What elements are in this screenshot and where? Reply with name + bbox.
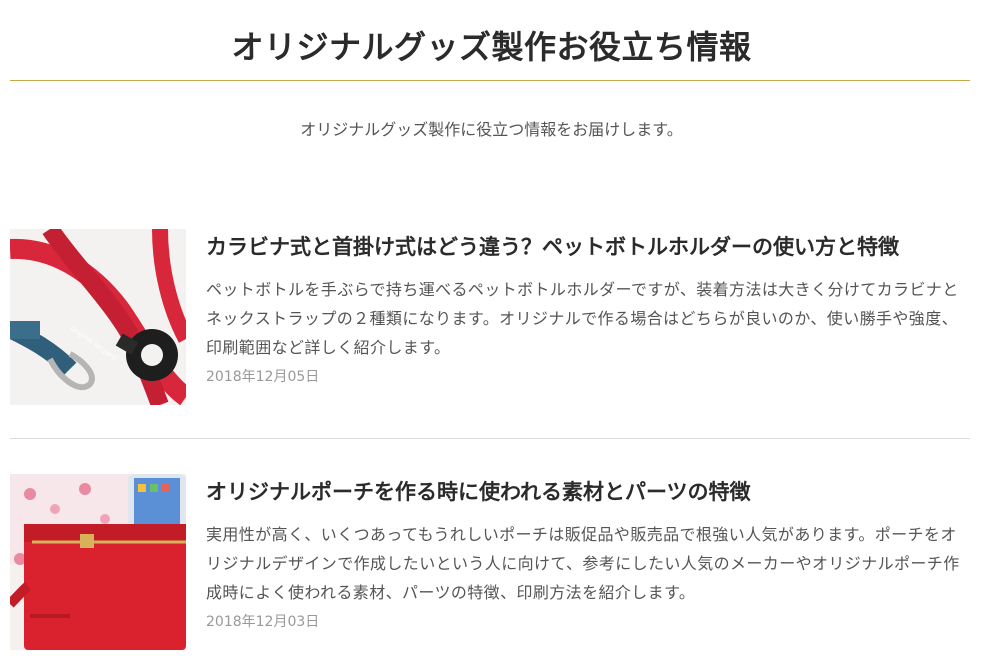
red-pouch-image: [10, 474, 186, 650]
article-title[interactable]: カラビナ式と首掛け式はどう違う？ペットボトルホルダーの使い方と特徴: [206, 231, 970, 263]
article-date: 2018年12月03日: [206, 614, 320, 630]
article-card[interactable]: original lanyard カラビナ式と首掛け式はどう違う？ペットボトルホ…: [10, 229, 970, 409]
article-thumbnail-link[interactable]: [10, 474, 186, 650]
article-excerpt: ペットボトルを手ぶらで持ち運べるペットボトルホルダーですが、装着方法は大きく分け…: [206, 280, 959, 357]
page-lead: オリジナルグッズ製作に役立つ情報をお届けします。: [300, 120, 683, 139]
article-card[interactable]: オリジナルポーチを作る時に使われる素材とパーツの特徴 実用性が高く、いくつあって…: [10, 474, 970, 654]
article-divider: [10, 438, 970, 439]
lanyard-bottle-holder-image: original lanyard: [10, 229, 186, 405]
article-title[interactable]: オリジナルポーチを作る時に使われる素材とパーツの特徴: [206, 476, 970, 508]
article-excerpt: 実用性が高く、いくつあってもうれしいポーチは販促品や販売品で根強い人気があります…: [206, 525, 960, 602]
page-title: オリジナルグッズ製作お役立ち情報: [231, 28, 752, 67]
title-underline: [10, 80, 970, 81]
article-date: 2018年12月05日: [206, 369, 320, 385]
article-thumbnail-link[interactable]: original lanyard: [10, 229, 186, 405]
